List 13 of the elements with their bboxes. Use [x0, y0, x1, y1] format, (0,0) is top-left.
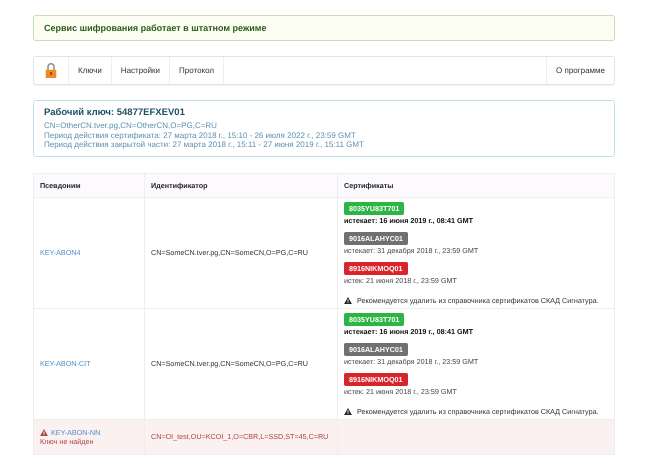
key-detail: CN=OtherCN.tver.pg,CN=OtherCN,O=PG,C=RU: [44, 121, 218, 130]
nav-link[interactable]: О программе: [546, 57, 614, 84]
nav-link[interactable]: Настройки: [112, 57, 170, 84]
nav-link[interactable]: Ключи: [69, 57, 112, 84]
key-detail: Период действия сертификата: 27 марта 2018 г., 15:10 - 26 июля 2022 г., 23:59 GMT: [44, 130, 357, 140]
warning-icon: [40, 428, 48, 436]
status-alert: Сервис шифрования работает в штатном режиме: [33, 15, 615, 41]
key-detail: Период действия закрытой части: 27 марта 2018 г., 15:11 - 27 июня 2019 г., 15:11 GMT: [44, 140, 365, 150]
warning-icon: [344, 408, 352, 414]
nav-link[interactable]: Протокол: [170, 57, 224, 84]
key-title: Рабочий ключ: 54877EFXEV01: [44, 107, 186, 119]
warning-icon: [344, 296, 352, 304]
padlock-icon[interactable]: [45, 63, 57, 78]
